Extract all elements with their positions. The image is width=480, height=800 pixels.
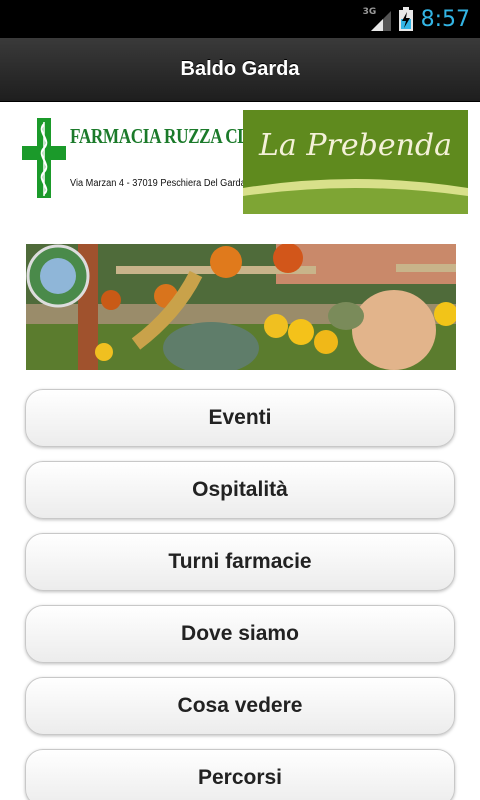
page-title: Baldo Garda	[180, 58, 300, 80]
prebenda-banner[interactable]: La Prebenda	[243, 110, 468, 214]
farmacia-banner[interactable]: FARMACIA RUZZA CLAUDIO Via Marzan 4 - 37…	[22, 112, 304, 202]
menu-button-turni-farmacie[interactable]: Turni farmacie	[25, 533, 455, 591]
prebenda-name: La Prebenda	[259, 128, 452, 163]
status-bar: 3G 8:57	[0, 0, 480, 38]
menu-button-dove-siamo[interactable]: Dove siamo	[25, 605, 455, 663]
menu-button-cosa-vedere[interactable]: Cosa vedere	[25, 677, 455, 735]
pumpkin-festival-photo[interactable]	[26, 244, 456, 370]
pumpkin-scene-image	[26, 244, 456, 370]
menu-button-percorsi[interactable]: Percorsi	[25, 749, 455, 800]
app-title-bar: Baldo Garda	[0, 38, 480, 102]
main-menu: Eventi Ospitalità Turni farmacie Dove si…	[25, 389, 457, 800]
network-indicator: 3G	[363, 5, 391, 33]
status-icons: 3G 8:57	[363, 0, 470, 38]
pharmacy-cross-icon	[22, 118, 66, 198]
farmacia-address: Via Marzan 4 - 37019 Peschiera Del Garda…	[70, 178, 268, 189]
clock: 8:57	[420, 6, 470, 32]
menu-button-ospitalita[interactable]: Ospitalità	[25, 461, 455, 519]
menu-button-eventi[interactable]: Eventi	[25, 389, 455, 447]
battery-charging-icon	[398, 7, 413, 31]
signal-icon	[370, 11, 391, 31]
